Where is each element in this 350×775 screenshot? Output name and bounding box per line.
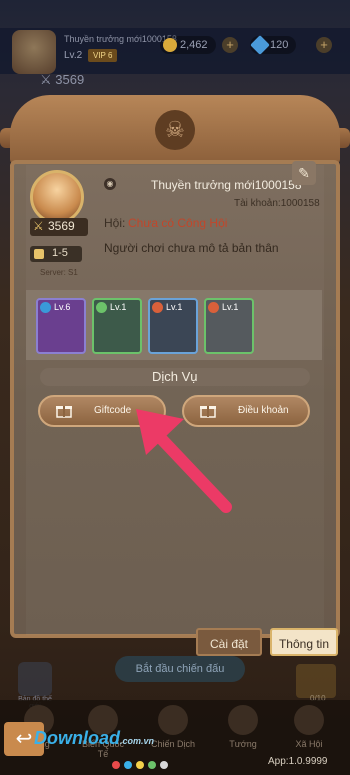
swords-icon: ⚔ xyxy=(33,219,44,233)
element-icon xyxy=(96,302,107,313)
skull-emblem-icon: ☠ xyxy=(155,110,195,150)
add-gold-button[interactable]: + xyxy=(222,37,238,53)
hero-card[interactable]: Lv.1 xyxy=(148,298,198,354)
gold-counter: 2,462 xyxy=(160,36,216,54)
dot xyxy=(124,761,132,769)
hero-card[interactable]: Lv.6 xyxy=(36,298,86,354)
server-label: Server: S1 xyxy=(40,268,78,277)
chest-icon xyxy=(296,664,336,698)
info-icon[interactable]: ◉ xyxy=(104,178,116,190)
element-icon xyxy=(208,302,219,313)
tab-settings[interactable]: Cài đặt xyxy=(196,628,262,656)
pointer-arrow-icon xyxy=(136,409,232,513)
nav-item: Xã Hội xyxy=(284,705,334,749)
element-icon xyxy=(152,302,163,313)
services-title: Dịch Vụ xyxy=(152,369,198,384)
nav-label: Xã Hội xyxy=(295,739,323,749)
level-badge-icon xyxy=(34,249,44,259)
nav-label: Chiến Dịch xyxy=(150,739,196,749)
watermark: Download.com.vn xyxy=(34,728,155,748)
top-level: Lv.2 xyxy=(64,50,83,61)
hero-level: Lv.1 xyxy=(222,302,239,312)
hero-level: Lv.1 xyxy=(110,302,127,312)
tab-info[interactable]: Thông tin xyxy=(270,628,338,656)
hero-card[interactable]: Lv.1 xyxy=(204,298,254,354)
nav-item: Tướng xyxy=(218,705,268,749)
add-gem-button[interactable]: + xyxy=(316,37,332,53)
hero-level: Lv.1 xyxy=(166,302,183,312)
nav-icon xyxy=(294,705,324,735)
gift-icon xyxy=(56,406,72,418)
terms-label: Điều khoản xyxy=(238,405,289,416)
account-id: Tài khoản:1000158 xyxy=(234,198,320,209)
player-name: Thuyền trưởng mới1000158 xyxy=(151,178,302,192)
dot xyxy=(136,761,144,769)
dot xyxy=(112,761,120,769)
gem-value: 120 xyxy=(270,39,289,51)
gem-counter: 120 xyxy=(250,35,297,55)
hero-level: Lv.6 xyxy=(54,302,71,312)
gold-value: 2,462 xyxy=(180,39,208,51)
player-level-range: 1-5 xyxy=(52,247,68,259)
nav-icon xyxy=(228,705,258,735)
watermark-dots xyxy=(112,756,172,774)
top-power: ⚔ 3569 xyxy=(40,72,85,87)
nav-item: Chiến Dịch xyxy=(148,705,198,749)
giftcode-label: Giftcode xyxy=(94,405,132,416)
edit-profile-icon[interactable]: ✎ xyxy=(292,161,316,185)
player-description: Người chơi chưa mô tả bản thân xyxy=(104,241,279,255)
app-version: App:1.0.9999 xyxy=(268,756,328,767)
element-icon xyxy=(40,302,51,313)
top-avatar xyxy=(12,30,56,74)
vip-badge: VIP 6 xyxy=(88,49,118,62)
start-battle-button: Bắt đầu chiến đấu xyxy=(115,656,245,682)
nav-label: Tướng xyxy=(229,739,257,749)
guild-value: Chưa có Công Hội xyxy=(128,216,228,230)
nav-icon xyxy=(158,705,188,735)
player-power: 3569 xyxy=(48,219,75,233)
dot xyxy=(160,761,168,769)
gold-coin-icon xyxy=(163,38,177,52)
world-map-icon xyxy=(18,662,52,696)
dot xyxy=(148,761,156,769)
gem-icon xyxy=(250,35,270,55)
player-avatar[interactable] xyxy=(30,170,84,224)
hero-card[interactable]: Lv.1 xyxy=(92,298,142,354)
guild-label: Hội: xyxy=(104,216,126,230)
